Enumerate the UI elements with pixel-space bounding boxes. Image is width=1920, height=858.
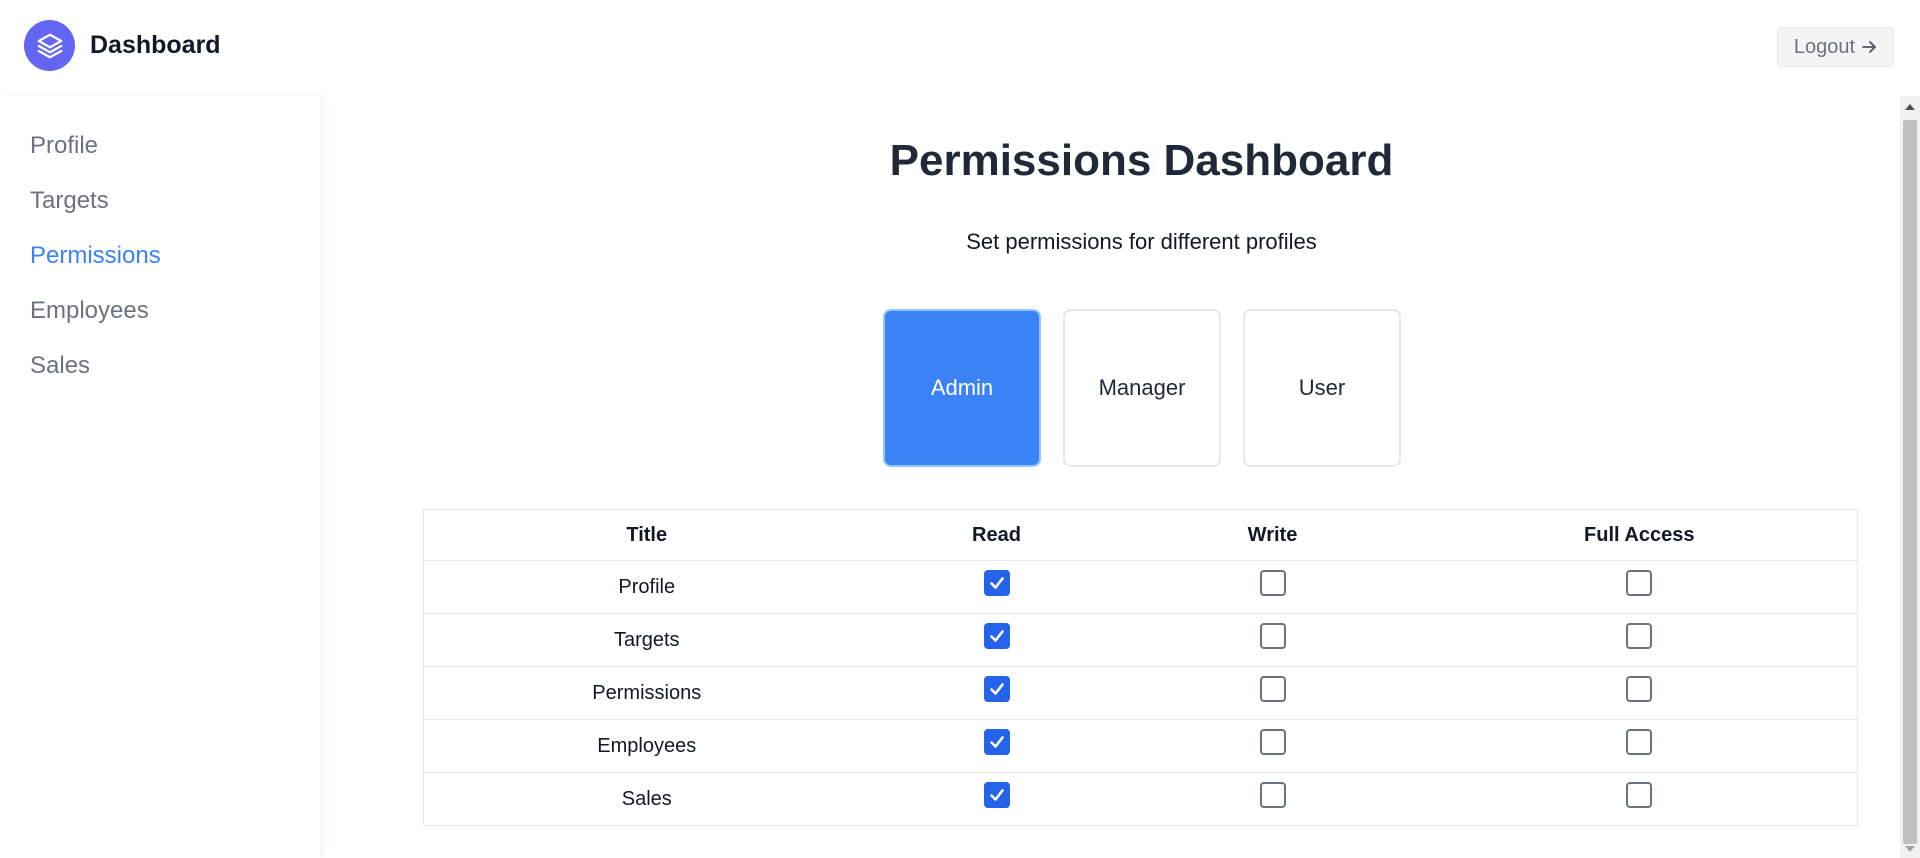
read-checkbox[interactable] bbox=[983, 570, 1010, 596]
write-checkbox[interactable] bbox=[1259, 676, 1286, 702]
full-cell bbox=[1421, 613, 1858, 667]
write-cell bbox=[1124, 773, 1422, 826]
role-card-manager[interactable]: Manager bbox=[1063, 309, 1221, 467]
full-access-checkbox[interactable] bbox=[1626, 623, 1653, 649]
vertical-scrollbar[interactable] bbox=[1900, 96, 1920, 858]
full-access-checkbox[interactable] bbox=[1626, 676, 1653, 702]
write-checkbox[interactable] bbox=[1259, 623, 1286, 649]
sidebar: Profile Targets Permissions Employees Sa… bbox=[0, 96, 320, 858]
full-access-checkbox[interactable] bbox=[1626, 570, 1653, 596]
sidebar-item-sales[interactable]: Sales bbox=[30, 352, 90, 380]
row-title: Employees bbox=[423, 719, 870, 773]
table-row: Permissions bbox=[423, 666, 1858, 720]
table-row: Profile bbox=[423, 560, 1858, 614]
sidebar-item-targets[interactable]: Targets bbox=[30, 187, 109, 215]
logout-button[interactable]: Logout bbox=[1777, 27, 1894, 67]
row-title: Profile bbox=[423, 560, 870, 614]
read-cell bbox=[869, 560, 1124, 614]
read-checkbox[interactable] bbox=[983, 623, 1010, 649]
write-cell bbox=[1123, 719, 1422, 773]
sidebar-item-permissions[interactable]: Permissions bbox=[30, 242, 161, 270]
column-header-title: Title bbox=[423, 509, 870, 561]
app-title: Dashboard bbox=[90, 31, 221, 59]
read-cell bbox=[870, 773, 1124, 826]
page-subtitle: Set permissions for different profiles bbox=[966, 229, 1317, 254]
sidebar-item-employees[interactable]: Employees bbox=[30, 297, 149, 325]
role-card-user[interactable]: User bbox=[1243, 309, 1401, 467]
column-header-full-access: Full Access bbox=[1421, 509, 1858, 561]
table-row: Targets bbox=[423, 613, 1858, 667]
write-checkbox[interactable] bbox=[1259, 782, 1286, 808]
read-checkbox[interactable] bbox=[983, 782, 1010, 808]
read-checkbox[interactable] bbox=[983, 729, 1010, 755]
read-checkbox[interactable] bbox=[983, 676, 1010, 702]
table-row: Sales bbox=[424, 773, 1858, 826]
write-cell bbox=[1123, 613, 1422, 667]
column-header-read: Read bbox=[869, 509, 1124, 561]
write-cell bbox=[1123, 560, 1422, 614]
row-title: Permissions bbox=[423, 666, 870, 720]
read-cell bbox=[869, 719, 1124, 773]
row-title: Targets bbox=[423, 613, 870, 667]
write-checkbox[interactable] bbox=[1259, 570, 1286, 596]
write-checkbox[interactable] bbox=[1259, 729, 1286, 755]
full-cell bbox=[1421, 719, 1858, 773]
full-cell bbox=[1422, 773, 1858, 826]
full-access-checkbox[interactable] bbox=[1626, 782, 1653, 808]
scrollbar-thumb[interactable] bbox=[1903, 120, 1917, 844]
brand[interactable]: Dashboard bbox=[24, 20, 221, 71]
top-bar: Dashboard Logout bbox=[0, 0, 1920, 96]
scroll-down-icon[interactable] bbox=[1905, 846, 1915, 852]
sidebar-item-profile[interactable]: Profile bbox=[30, 132, 98, 160]
table-header-row: Title Read Write Full Access bbox=[423, 509, 1858, 561]
column-header-write: Write bbox=[1123, 509, 1422, 561]
role-card-admin[interactable]: Admin bbox=[883, 309, 1041, 467]
logout-label: Logout bbox=[1793, 35, 1856, 58]
page-title: Permissions Dashboard bbox=[889, 136, 1394, 185]
read-cell bbox=[869, 666, 1124, 720]
arrow-right-icon bbox=[1862, 41, 1876, 53]
role-selector: Admin Manager User bbox=[883, 309, 1401, 467]
table-row: Employees bbox=[423, 719, 1858, 773]
row-title: Sales bbox=[621, 787, 672, 810]
full-cell bbox=[1421, 560, 1858, 614]
full-access-checkbox[interactable] bbox=[1626, 729, 1653, 755]
permissions-table: Title Read Write Full Access Profile Targ… bbox=[423, 509, 1858, 826]
write-cell bbox=[1123, 666, 1422, 720]
layers-icon bbox=[24, 20, 75, 71]
scroll-up-icon[interactable] bbox=[1905, 104, 1915, 110]
full-cell bbox=[1421, 666, 1858, 720]
main-content: Permissions Dashboard Set permissions fo… bbox=[320, 96, 1900, 858]
read-cell bbox=[869, 613, 1124, 667]
